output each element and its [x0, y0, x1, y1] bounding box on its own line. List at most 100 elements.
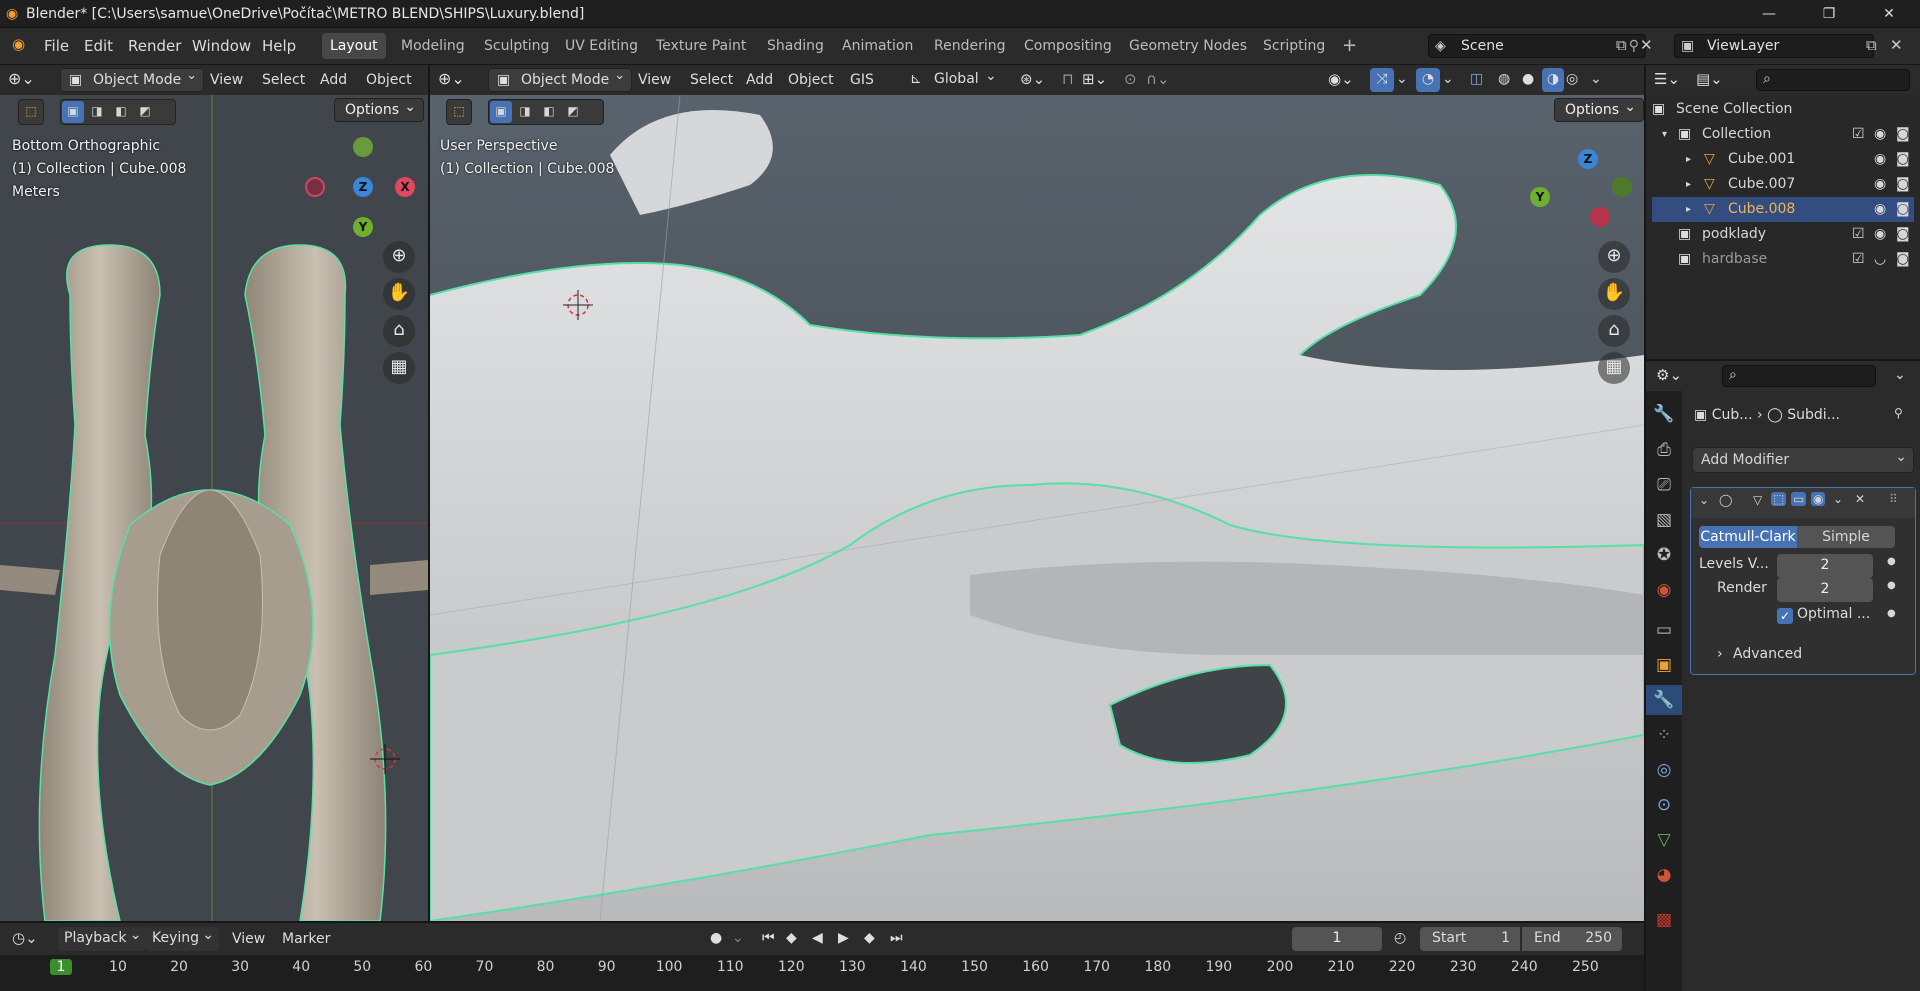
material-shading-icon[interactable]: ◑: [1542, 68, 1564, 92]
timeline-menu-marker[interactable]: Marker: [282, 928, 330, 952]
left-menu-select[interactable]: Select: [262, 69, 305, 93]
select-invert-icon[interactable]: ◩: [134, 101, 156, 123]
add-modifier-button[interactable]: Add Modifier ⌄: [1692, 447, 1914, 473]
timeline-type-icon[interactable]: ◷⌄: [12, 927, 38, 951]
snap-toggle-icon[interactable]: ⊓: [1062, 68, 1074, 92]
delete-viewlayer-icon[interactable]: ✕: [1890, 36, 1903, 54]
render-camera-icon[interactable]: ◙: [1896, 122, 1910, 147]
tab-scripting[interactable]: Scripting: [1255, 33, 1333, 59]
collapse-chevron-icon[interactable]: ⌄: [1699, 493, 1709, 507]
tab-geometry-nodes[interactable]: Geometry Nodes: [1121, 33, 1255, 59]
next-keyframe-icon[interactable]: ◆: [864, 927, 875, 951]
minimize-button[interactable]: —: [1746, 0, 1792, 28]
blender-menu-icon[interactable]: ◉: [12, 35, 25, 53]
properties-options-icon[interactable]: ⌄: [1894, 364, 1906, 388]
left-viewport[interactable]: ⊕⌄ ▣ Object Mode View Select Add Object …: [0, 65, 428, 921]
editor-type-icon[interactable]: ⊕⌄: [8, 68, 35, 92]
main-options-dropdown[interactable]: Options: [1554, 96, 1644, 122]
select-subtract-icon[interactable]: ◧: [110, 101, 132, 123]
main-gizmo-x[interactable]: [1590, 207, 1610, 227]
pan-hand-icon[interactable]: ✋: [383, 278, 415, 310]
pivot-point-icon[interactable]: ⊛⌄: [1020, 68, 1045, 92]
menu-edit[interactable]: Edit: [84, 37, 113, 55]
prev-keyframe-icon[interactable]: ◆: [786, 927, 797, 951]
scene-selector[interactable]: ◈ Scene ⚲: [1428, 34, 1646, 58]
world-tab-icon[interactable]: ◉: [1646, 575, 1682, 605]
visibility-icon[interactable]: ◉⌄: [1328, 68, 1354, 92]
render-camera-icon[interactable]: ◙: [1896, 147, 1910, 172]
rendered-shading-icon[interactable]: ◎: [1566, 68, 1578, 92]
outliner-item[interactable]: ▣ podklady ☑ ◉ ◙: [1652, 222, 1914, 247]
render-camera-icon[interactable]: ◙: [1896, 172, 1910, 197]
tab-animation[interactable]: Animation: [834, 33, 921, 59]
main-menu-object[interactable]: Object: [788, 69, 834, 93]
left-tool-icon[interactable]: ⬚: [18, 99, 44, 125]
scene-tab-icon[interactable]: ✪: [1646, 540, 1682, 570]
optimal-keyframe-icon[interactable]: ●: [1887, 608, 1896, 619]
exclude-checkbox[interactable]: ☑: [1852, 122, 1865, 147]
outliner-item[interactable]: ▸ ▽ Cube.001 ◉ ◙: [1652, 147, 1914, 172]
edit-cage-icon[interactable]: ▽: [1753, 493, 1762, 507]
modifier-dropdown-icon[interactable]: ⌄: [1833, 492, 1843, 506]
expand-arrow-icon[interactable]: ▸: [1686, 172, 1691, 197]
texture-tab-icon[interactable]: ▩: [1646, 905, 1682, 935]
play-icon[interactable]: ▶: [838, 927, 849, 951]
tab-rendering[interactable]: Rendering: [926, 33, 1014, 59]
select-extend-icon[interactable]: ◨: [86, 101, 108, 123]
menu-render[interactable]: Render: [128, 37, 181, 55]
tab-shading[interactable]: Shading: [759, 33, 832, 59]
overlay-dropdown-icon[interactable]: ⌄: [1442, 68, 1454, 92]
main-selection-mode-group[interactable]: ▣ ◨ ◧ ◩: [488, 99, 604, 125]
properties-search-input[interactable]: ⌕: [1722, 365, 1876, 387]
visibility-eye-icon[interactable]: ◉: [1874, 147, 1886, 172]
tab-compositing[interactable]: Compositing: [1016, 33, 1120, 59]
overlay-toggle-icon[interactable]: ◔: [1416, 68, 1440, 92]
tab-uv-editing[interactable]: UV Editing: [557, 33, 646, 59]
render-levels-field[interactable]: 2: [1777, 578, 1873, 602]
main-mode-dropdown[interactable]: ▣ Object Mode: [488, 65, 633, 92]
levels-viewport-field[interactable]: 2: [1777, 554, 1873, 578]
main-gizmo-neg-y[interactable]: [1612, 177, 1632, 197]
jump-end-icon[interactable]: ⏭: [890, 927, 903, 951]
exclude-checkbox[interactable]: ☑: [1852, 247, 1865, 272]
tool-tab-icon[interactable]: 🔧: [1646, 399, 1682, 429]
display-mode-icon[interactable]: ▤⌄: [1696, 68, 1723, 92]
wireframe-shading-icon[interactable]: ◍: [1498, 68, 1510, 92]
outliner-item[interactable]: ▸ ▽ Cube.008 ◉ ◙: [1652, 197, 1914, 222]
main-tool-icon[interactable]: ⬚: [446, 99, 472, 125]
shading-dropdown-icon[interactable]: ⌄: [1590, 68, 1602, 92]
render-tab-icon[interactable]: ⎙: [1646, 435, 1682, 465]
play-reverse-icon[interactable]: ◀: [812, 927, 823, 951]
render-keyframe-icon[interactable]: ●: [1887, 580, 1896, 591]
properties-pin-icon[interactable]: ⚲: [1894, 406, 1903, 420]
render-camera-icon[interactable]: ◙: [1896, 197, 1910, 222]
playback-dropdown[interactable]: Playback ⌄: [58, 927, 147, 951]
viewlayer-selector[interactable]: ▣ ViewLayer: [1674, 34, 1874, 58]
left-options-dropdown[interactable]: Options: [334, 96, 425, 122]
end-frame-field[interactable]: End 250: [1522, 927, 1622, 951]
gizmo-y[interactable]: Y: [353, 217, 373, 237]
camera-view-icon[interactable]: ⌂: [383, 315, 415, 347]
gizmo-neg-x[interactable]: [305, 177, 325, 197]
left-navigation-gizmo[interactable]: Z X Y: [305, 137, 415, 237]
gizmo-dropdown-icon[interactable]: ⌄: [1396, 68, 1408, 92]
physics-tab-icon[interactable]: ◎: [1646, 755, 1682, 785]
visibility-eye-icon[interactable]: ◉: [1874, 197, 1886, 222]
record-icon[interactable]: ●: [710, 927, 722, 951]
remove-modifier-icon[interactable]: ✕: [1855, 492, 1865, 506]
gizmo-neg-z[interactable]: [353, 137, 373, 157]
outliner-type-icon[interactable]: ☰⌄: [1654, 68, 1680, 92]
left-mode-dropdown[interactable]: ▣ Object Mode: [60, 65, 205, 92]
constraints-tab-icon[interactable]: ⊙: [1646, 790, 1682, 820]
main-gizmo-z[interactable]: Z: [1578, 149, 1598, 169]
view-layer-tab-icon[interactable]: ▧: [1646, 505, 1682, 535]
render-camera-icon[interactable]: ◙: [1896, 247, 1910, 272]
menu-file[interactable]: File: [44, 37, 69, 55]
start-frame-field[interactable]: Start 1: [1420, 927, 1520, 951]
main-zoom-icon[interactable]: ⊕: [1598, 241, 1630, 273]
pin-icon[interactable]: ⚲: [1629, 35, 1639, 57]
main-menu-gis[interactable]: GIS: [850, 69, 874, 93]
timeline-ruler[interactable]: 1 10 20 30 40 50 60 70 80 90 100 110 120 130 140 150 160…: [0, 955, 1644, 991]
viewport-toggle-icon[interactable]: ▭: [1791, 492, 1807, 506]
gizmo-z[interactable]: Z: [353, 177, 373, 197]
